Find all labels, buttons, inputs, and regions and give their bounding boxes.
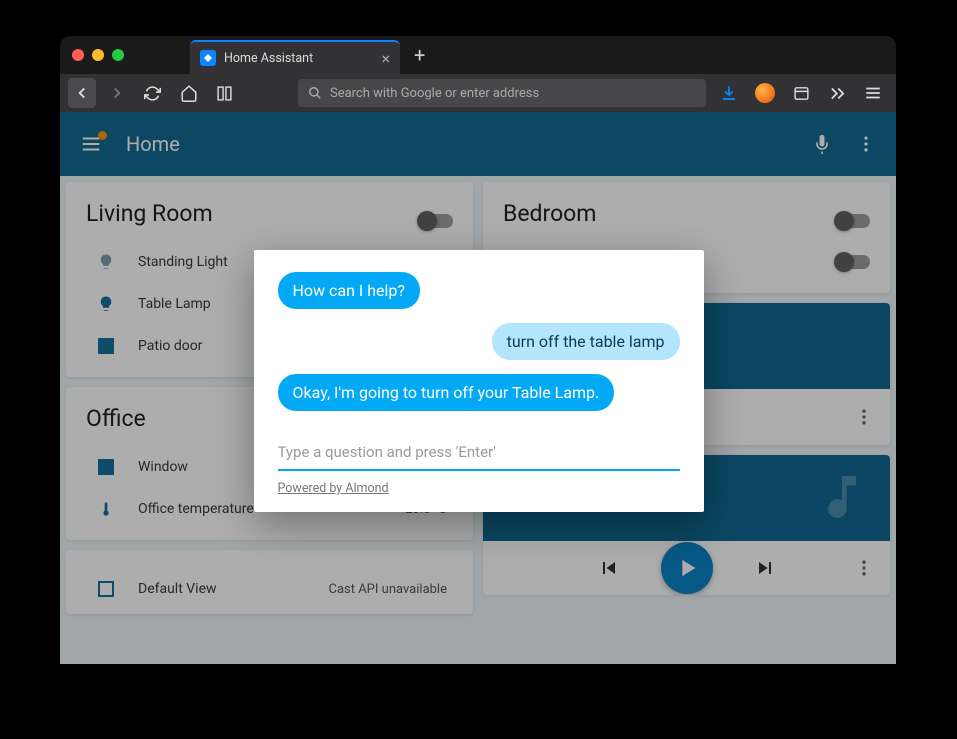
reload-button[interactable]: [139, 78, 167, 108]
browser-toolbar: Search with Google or enter address: [60, 74, 896, 112]
overflow-button[interactable]: [822, 78, 852, 108]
downloads-button[interactable]: [714, 78, 744, 108]
home-button[interactable]: [175, 78, 203, 108]
powered-by-link[interactable]: Powered by Almond: [278, 481, 680, 496]
sidebar-toggle-button[interactable]: [786, 78, 816, 108]
chat-messages: How can I help? turn off the table lamp …: [278, 272, 680, 411]
bot-message: How can I help?: [278, 272, 420, 309]
title-bar: Home Assistant × +: [60, 36, 896, 74]
bot-message: Okay, I'm going to turn off your Table L…: [278, 374, 615, 411]
new-tab-button[interactable]: +: [414, 43, 425, 67]
browser-tab[interactable]: Home Assistant ×: [190, 40, 400, 74]
close-window-button[interactable]: [72, 49, 84, 61]
profile-button[interactable]: [750, 78, 780, 108]
menu-button[interactable]: [858, 78, 888, 108]
back-button[interactable]: [68, 78, 96, 108]
avatar-icon: [755, 83, 775, 103]
forward-button: [104, 78, 132, 108]
minimize-window-button[interactable]: [92, 49, 104, 61]
address-bar[interactable]: Search with Google or enter address: [298, 79, 706, 107]
user-message: turn off the table lamp: [492, 323, 680, 360]
conversation-dialog: How can I help? turn off the table lamp …: [254, 250, 704, 512]
maximize-window-button[interactable]: [112, 49, 124, 61]
favicon-icon: [200, 50, 216, 66]
tab-title: Home Assistant: [224, 51, 313, 66]
address-placeholder: Search with Google or enter address: [330, 86, 539, 101]
search-icon: [308, 86, 322, 100]
library-button[interactable]: [210, 78, 238, 108]
window-controls: [60, 49, 136, 61]
close-tab-button[interactable]: ×: [381, 49, 390, 68]
conversation-input[interactable]: [278, 437, 680, 471]
